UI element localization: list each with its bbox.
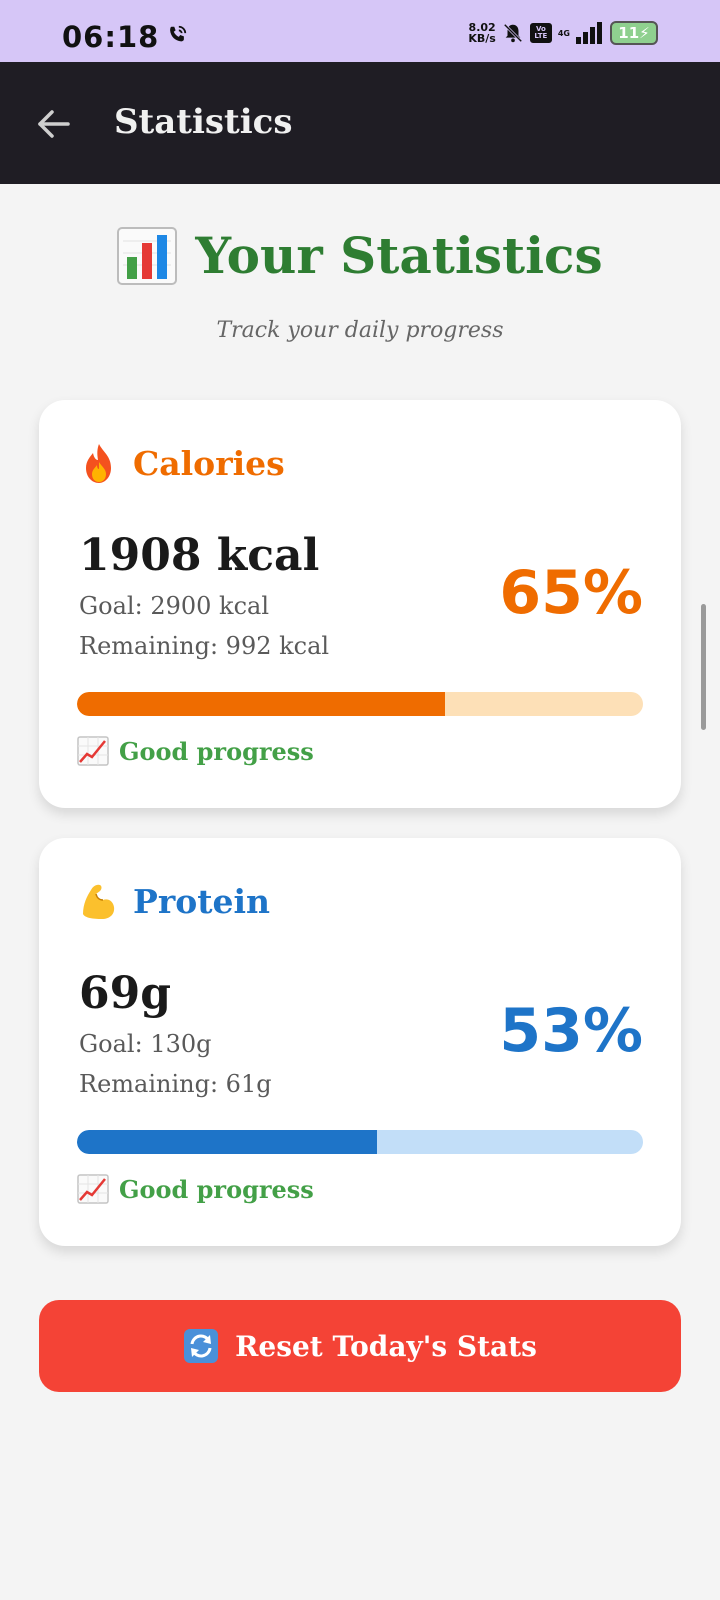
page-subtitle: Track your daily progress [216,318,504,343]
protein-note-text: Good progress [119,1174,314,1204]
page-title: Your Statistics [117,226,603,285]
reset-stats-button[interactable]: Reset Today's Stats [39,1300,681,1392]
protein-card: Protein 69g Goal: 130g Remaining: 61g 53… [39,838,681,1246]
calories-note-text: Good progress [119,736,314,766]
network-type: 4G [557,28,570,38]
calories-percent: 65% [499,558,643,628]
calories-goal: Goal: 2900 kcal [79,592,269,620]
app-bar: Statistics [0,62,720,184]
protein-card-header: Protein [79,880,270,922]
status-icons: 8.02 KB/s Vo LTE 4G 11 ⚡ [468,20,658,46]
speed-unit: KB/s [468,32,496,45]
calories-title: Calories [133,443,285,483]
fire-icon [86,444,111,483]
protein-title: Protein [133,881,270,921]
charging-bolt-icon: ⚡ [639,24,650,42]
calories-progress-fill [77,692,445,716]
status-time: 06:18 [62,20,160,54]
wifi-call-icon [170,25,187,42]
page-title-text: Your Statistics [195,226,603,285]
stats-header: Your Statistics [0,226,720,289]
battery-indicator: 11 ⚡ [610,21,658,45]
calories-progress-note: Good progress [77,736,314,766]
scrollbar[interactable] [701,604,706,730]
app-bar-title: Statistics [114,102,293,142]
bell-muted-icon [503,23,523,43]
network-speed: 8.02 KB/s [468,22,495,44]
chart-increasing-icon [77,1174,109,1204]
bar-chart-icon [117,226,178,285]
refresh-icon [184,1329,219,1363]
protein-progress-fill [77,1130,377,1154]
protein-progress-bar [77,1130,643,1154]
protein-value: 69g [79,968,171,1019]
protein-remaining: Remaining: 61g [79,1070,272,1098]
protein-percent: 53% [499,996,643,1066]
calories-value: 1908 kcal [79,530,320,581]
chart-increasing-icon [77,736,109,766]
volte-badge: Vo LTE [529,23,552,43]
calories-card-header: Calories [79,442,285,484]
signal-icon [576,22,602,44]
calories-remaining: Remaining: 992 kcal [79,632,330,660]
status-bar: 06:18 8.02 KB/s Vo LTE 4G 11 ⚡ [0,0,720,62]
back-arrow-icon[interactable] [34,104,74,144]
flexed-biceps-icon [83,884,115,919]
reset-stats-label: Reset Today's Stats [235,1329,537,1363]
protein-progress-note: Good progress [77,1174,314,1204]
calories-card: Calories 1908 kcal Goal: 2900 kcal Remai… [39,400,681,808]
calories-progress-bar [77,692,643,716]
protein-goal: Goal: 130g [79,1030,212,1058]
battery-level: 11 [618,24,640,42]
